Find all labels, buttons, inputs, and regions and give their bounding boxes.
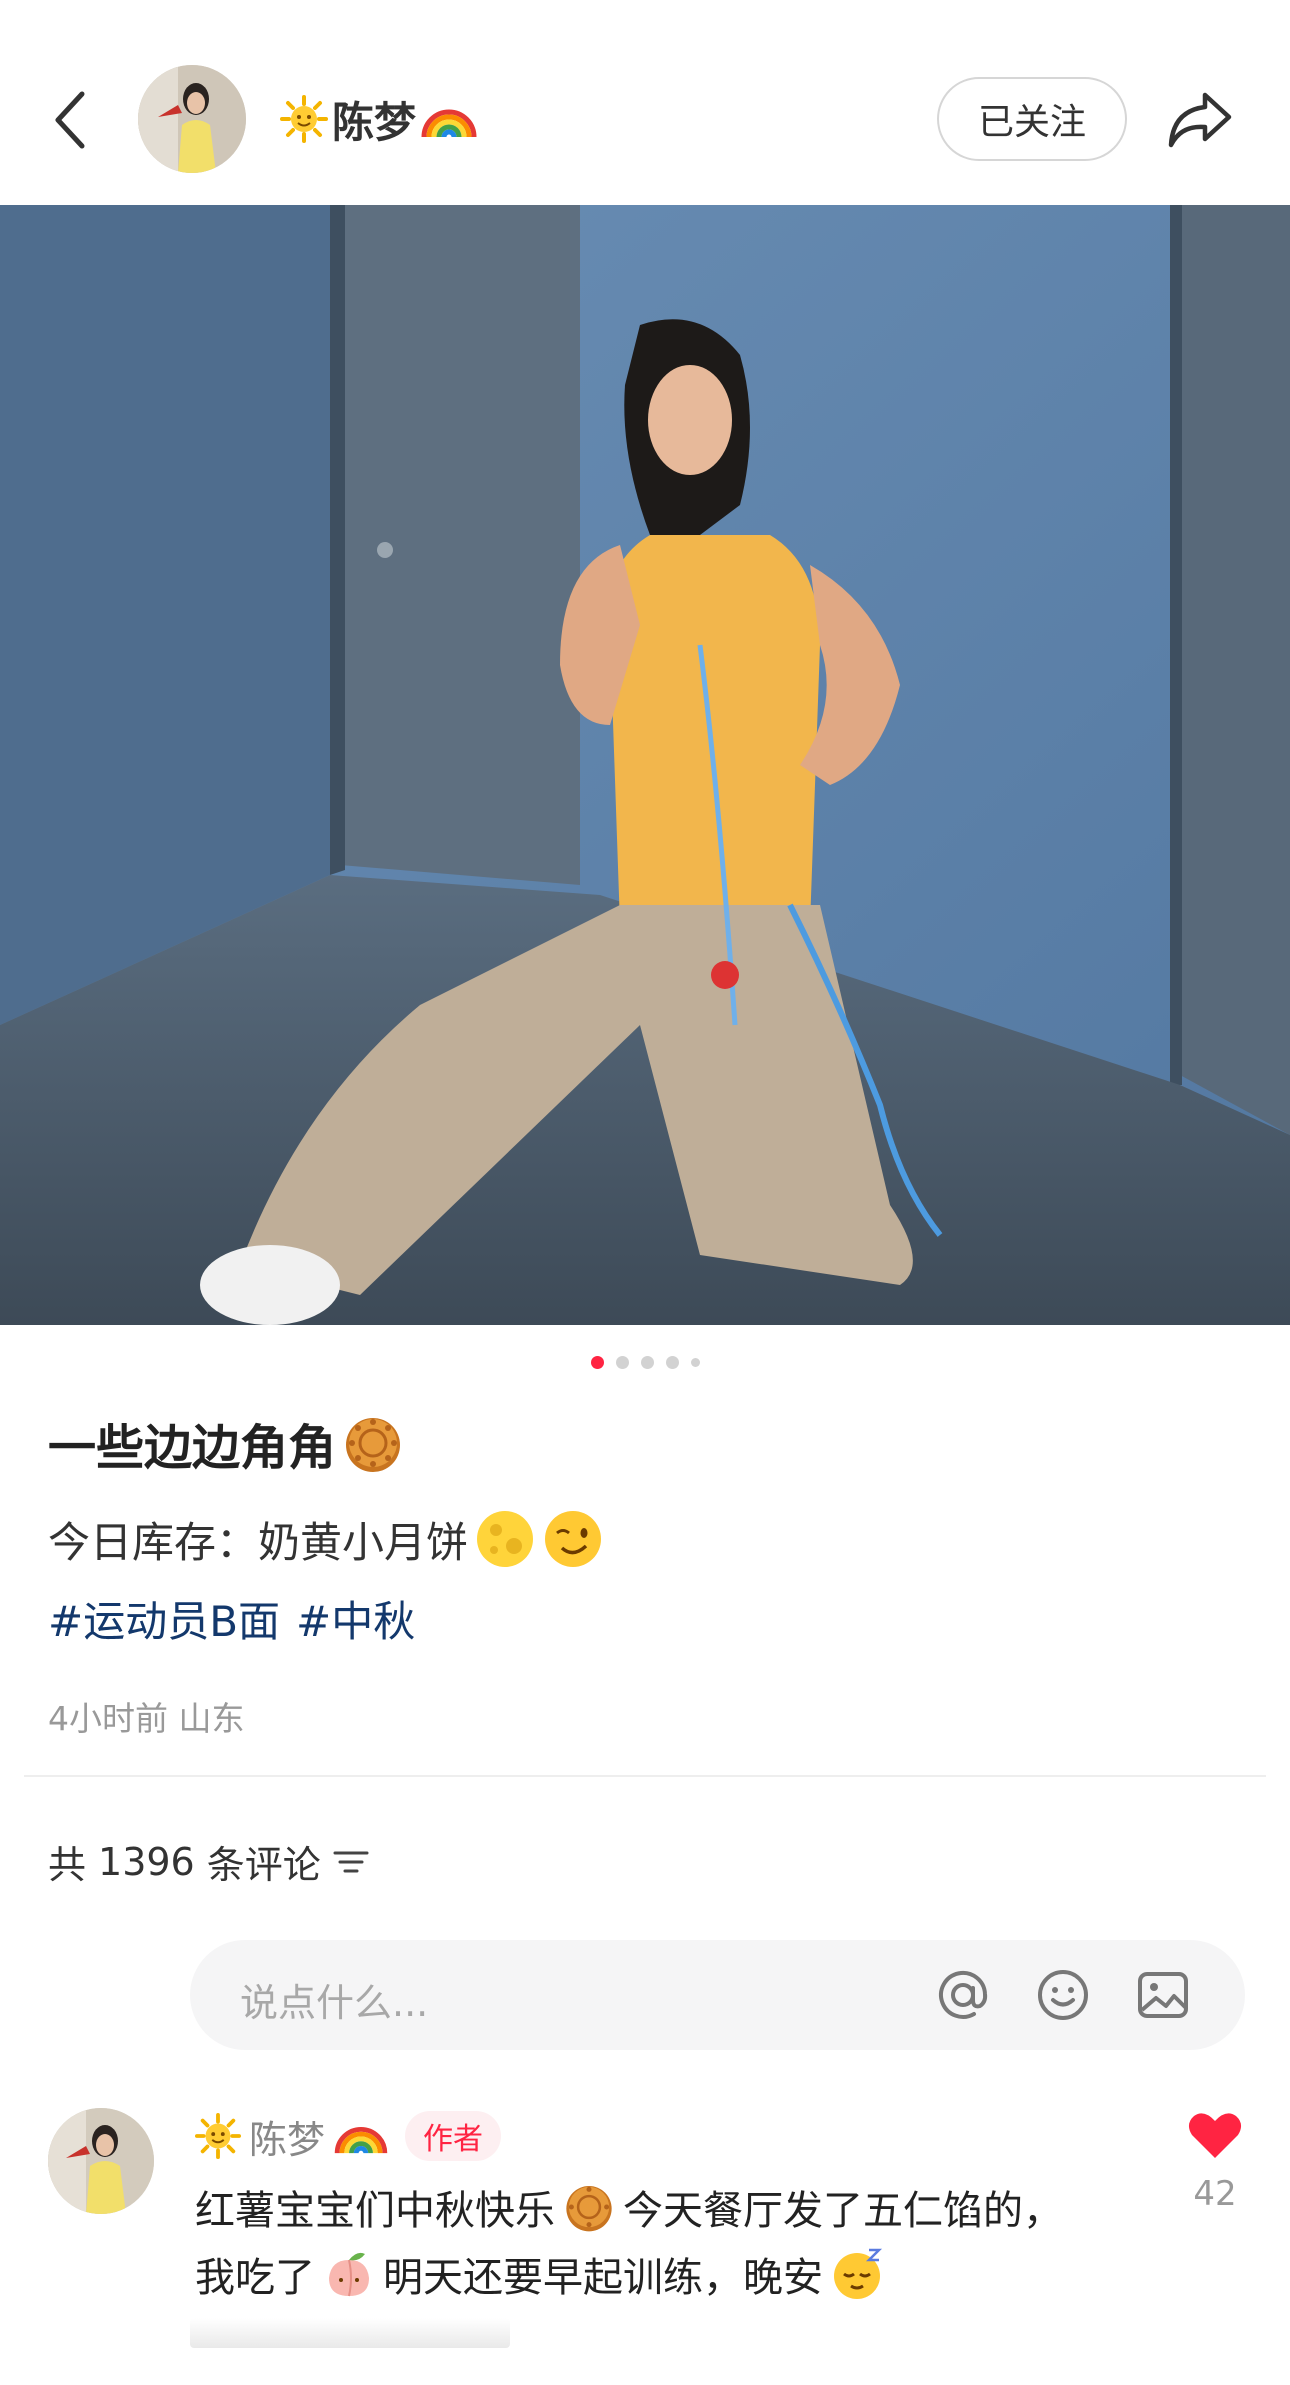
- at-icon: [939, 1970, 988, 2019]
- sun-emoji-icon: [280, 95, 328, 143]
- filter-icon[interactable]: [333, 1847, 369, 1877]
- hashtag-2[interactable]: #中秋: [296, 1588, 415, 1649]
- post-body-text: 今日库存：奶黄小月饼: [48, 1517, 469, 1567]
- hashtag-row: #运动员B面 #中秋: [48, 1588, 415, 1649]
- back-button[interactable]: [40, 80, 100, 160]
- share-button[interactable]: [1160, 80, 1240, 160]
- post-location: 山东: [178, 1699, 245, 1738]
- next-comment-placeholder: [190, 2318, 510, 2348]
- carousel-dot-5: [690, 1357, 700, 1367]
- carousel-dot-1: [590, 1355, 604, 1369]
- carousel-dot-4: [665, 1355, 679, 1369]
- emoji-icon: [1038, 1970, 1088, 2020]
- comment-author-avatar[interactable]: [48, 2108, 154, 2214]
- comment-like-button[interactable]: 42: [1180, 2110, 1250, 2214]
- share-icon: [1168, 92, 1232, 148]
- author-name: 陈梦: [332, 97, 417, 147]
- rainbow-emoji-icon: [421, 109, 477, 138]
- heart-icon: [1188, 2113, 1242, 2158]
- comment-text-line-1: 红薯宝宝们中秋快乐 今天餐厅发了五仁馅的，: [195, 2178, 1063, 2236]
- rainbow-emoji-icon: [334, 2127, 388, 2154]
- comment-count-row[interactable]: 共 1396 条评论: [48, 1834, 369, 1889]
- comment-text-1b: 今天餐厅发了五仁馅的，: [623, 2188, 1063, 2234]
- top-bar: 陈梦 已关注: [0, 0, 1290, 205]
- comment-text-2b: 明天还要早起训练，晚安: [383, 2255, 823, 2301]
- carousel-indicator: [0, 1352, 1290, 1372]
- comment-input[interactable]: 说点什么...: [190, 1940, 1245, 2050]
- moon-emoji-icon: [477, 1511, 534, 1567]
- mooncake-emoji-icon: [346, 1418, 401, 1472]
- post-image[interactable]: [0, 205, 1290, 1325]
- image-icon: [1138, 1972, 1188, 2018]
- carousel-dot-3: [640, 1355, 654, 1369]
- post-title-text: 一些边边角角: [48, 1420, 337, 1476]
- post-body: 今日库存：奶黄小月饼: [48, 1508, 604, 1570]
- sleepy-emoji-icon: [834, 2248, 883, 2299]
- image-button[interactable]: [1135, 1967, 1191, 2023]
- carousel-dot-2: [615, 1355, 629, 1369]
- comment-text-line-2: 我吃了 明天还要早起训练，晚安: [195, 2245, 887, 2303]
- wink-emoji-icon: [545, 1511, 602, 1567]
- comment-text-1a: 红薯宝宝们中秋快乐: [195, 2188, 555, 2234]
- comment-count: 1396: [98, 1839, 195, 1884]
- mooncake-emoji-icon: [566, 2186, 612, 2232]
- divider: [24, 1775, 1266, 1777]
- comment-text-2a: 我吃了: [195, 2255, 315, 2301]
- post-meta: 4小时前 山东: [48, 1692, 245, 1740]
- peach-emoji-icon: [329, 2252, 369, 2297]
- post-title: 一些边边角角: [48, 1408, 404, 1478]
- author-name-row[interactable]: 陈梦: [280, 84, 478, 154]
- author-avatar[interactable]: [138, 65, 246, 173]
- comment-count-suffix: 条评论: [206, 1843, 321, 1887]
- author-badge: 作者: [405, 2111, 502, 2161]
- mention-button[interactable]: [935, 1967, 991, 2023]
- hashtag-1[interactable]: #运动员B面: [48, 1588, 280, 1649]
- comment-input-placeholder: 说点什么...: [240, 1981, 429, 2025]
- comment-author-row: 陈梦 作者: [195, 2106, 502, 2166]
- comment-count-prefix: 共: [48, 1843, 87, 1887]
- emoji-button[interactable]: [1035, 1967, 1091, 2023]
- post-time: 4小时前: [48, 1699, 168, 1738]
- back-arrow-icon: [55, 91, 85, 149]
- comment-author-name[interactable]: 陈梦: [249, 2109, 325, 2164]
- follow-button[interactable]: 已关注: [937, 77, 1127, 161]
- sun-emoji-icon: [195, 2113, 241, 2159]
- comment-like-count: 42: [1193, 2174, 1237, 2214]
